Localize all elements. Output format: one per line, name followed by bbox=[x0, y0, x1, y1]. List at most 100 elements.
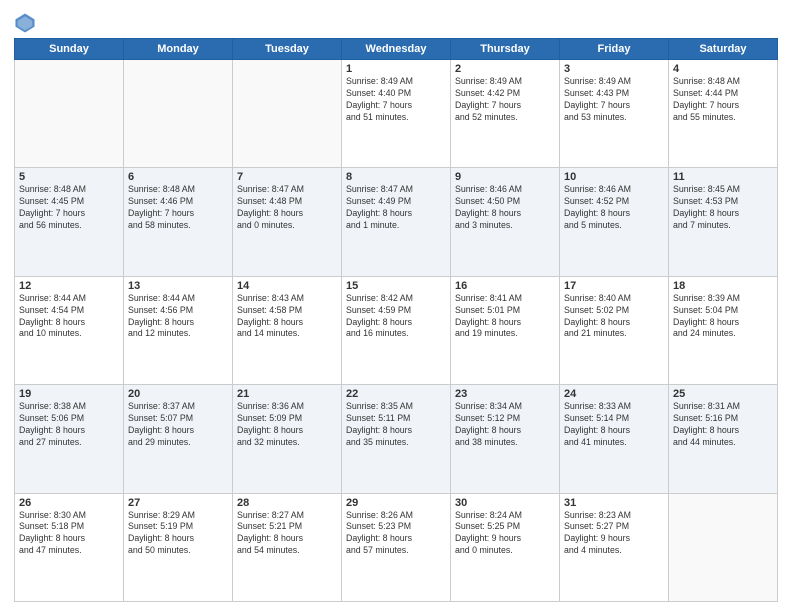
day-number: 25 bbox=[673, 388, 773, 400]
calendar-cell: 25Sunrise: 8:31 AM Sunset: 5:16 PM Dayli… bbox=[669, 385, 778, 493]
day-header-monday: Monday bbox=[124, 39, 233, 60]
calendar-table: SundayMondayTuesdayWednesdayThursdayFrid… bbox=[14, 38, 778, 602]
day-number: 30 bbox=[455, 497, 555, 509]
day-info: Sunrise: 8:48 AM Sunset: 4:45 PM Dayligh… bbox=[19, 184, 119, 232]
calendar-week-row: 5Sunrise: 8:48 AM Sunset: 4:45 PM Daylig… bbox=[15, 168, 778, 276]
day-number: 1 bbox=[346, 63, 446, 75]
day-info: Sunrise: 8:48 AM Sunset: 4:44 PM Dayligh… bbox=[673, 76, 773, 124]
day-number: 3 bbox=[564, 63, 664, 75]
day-info: Sunrise: 8:24 AM Sunset: 5:25 PM Dayligh… bbox=[455, 510, 555, 558]
calendar-cell: 4Sunrise: 8:48 AM Sunset: 4:44 PM Daylig… bbox=[669, 60, 778, 168]
calendar-cell: 19Sunrise: 8:38 AM Sunset: 5:06 PM Dayli… bbox=[15, 385, 124, 493]
calendar-week-row: 1Sunrise: 8:49 AM Sunset: 4:40 PM Daylig… bbox=[15, 60, 778, 168]
calendar-cell bbox=[669, 493, 778, 601]
day-number: 10 bbox=[564, 171, 664, 183]
calendar-cell: 13Sunrise: 8:44 AM Sunset: 4:56 PM Dayli… bbox=[124, 276, 233, 384]
calendar-cell: 29Sunrise: 8:26 AM Sunset: 5:23 PM Dayli… bbox=[342, 493, 451, 601]
day-number: 21 bbox=[237, 388, 337, 400]
page: SundayMondayTuesdayWednesdayThursdayFrid… bbox=[0, 0, 792, 612]
calendar-cell: 9Sunrise: 8:46 AM Sunset: 4:50 PM Daylig… bbox=[451, 168, 560, 276]
day-number: 16 bbox=[455, 280, 555, 292]
day-number: 22 bbox=[346, 388, 446, 400]
day-info: Sunrise: 8:44 AM Sunset: 4:54 PM Dayligh… bbox=[19, 293, 119, 341]
day-info: Sunrise: 8:31 AM Sunset: 5:16 PM Dayligh… bbox=[673, 401, 773, 449]
day-number: 20 bbox=[128, 388, 228, 400]
day-number: 5 bbox=[19, 171, 119, 183]
day-number: 19 bbox=[19, 388, 119, 400]
calendar-cell: 7Sunrise: 8:47 AM Sunset: 4:48 PM Daylig… bbox=[233, 168, 342, 276]
calendar-cell: 1Sunrise: 8:49 AM Sunset: 4:40 PM Daylig… bbox=[342, 60, 451, 168]
calendar-cell: 12Sunrise: 8:44 AM Sunset: 4:54 PM Dayli… bbox=[15, 276, 124, 384]
day-header-saturday: Saturday bbox=[669, 39, 778, 60]
day-info: Sunrise: 8:49 AM Sunset: 4:40 PM Dayligh… bbox=[346, 76, 446, 124]
logo bbox=[14, 12, 40, 34]
calendar-cell: 15Sunrise: 8:42 AM Sunset: 4:59 PM Dayli… bbox=[342, 276, 451, 384]
calendar-cell: 2Sunrise: 8:49 AM Sunset: 4:42 PM Daylig… bbox=[451, 60, 560, 168]
day-info: Sunrise: 8:35 AM Sunset: 5:11 PM Dayligh… bbox=[346, 401, 446, 449]
day-number: 24 bbox=[564, 388, 664, 400]
day-number: 9 bbox=[455, 171, 555, 183]
day-info: Sunrise: 8:49 AM Sunset: 4:42 PM Dayligh… bbox=[455, 76, 555, 124]
day-info: Sunrise: 8:47 AM Sunset: 4:48 PM Dayligh… bbox=[237, 184, 337, 232]
day-number: 27 bbox=[128, 497, 228, 509]
calendar-week-row: 12Sunrise: 8:44 AM Sunset: 4:54 PM Dayli… bbox=[15, 276, 778, 384]
calendar-cell: 26Sunrise: 8:30 AM Sunset: 5:18 PM Dayli… bbox=[15, 493, 124, 601]
day-number: 11 bbox=[673, 171, 773, 183]
day-header-sunday: Sunday bbox=[15, 39, 124, 60]
day-info: Sunrise: 8:44 AM Sunset: 4:56 PM Dayligh… bbox=[128, 293, 228, 341]
day-number: 15 bbox=[346, 280, 446, 292]
calendar-cell: 8Sunrise: 8:47 AM Sunset: 4:49 PM Daylig… bbox=[342, 168, 451, 276]
calendar-header-row: SundayMondayTuesdayWednesdayThursdayFrid… bbox=[15, 39, 778, 60]
calendar-cell: 3Sunrise: 8:49 AM Sunset: 4:43 PM Daylig… bbox=[560, 60, 669, 168]
logo-icon bbox=[14, 12, 36, 34]
day-info: Sunrise: 8:33 AM Sunset: 5:14 PM Dayligh… bbox=[564, 401, 664, 449]
calendar-cell: 17Sunrise: 8:40 AM Sunset: 5:02 PM Dayli… bbox=[560, 276, 669, 384]
calendar-cell: 14Sunrise: 8:43 AM Sunset: 4:58 PM Dayli… bbox=[233, 276, 342, 384]
calendar-cell: 18Sunrise: 8:39 AM Sunset: 5:04 PM Dayli… bbox=[669, 276, 778, 384]
day-number: 2 bbox=[455, 63, 555, 75]
day-number: 14 bbox=[237, 280, 337, 292]
day-number: 28 bbox=[237, 497, 337, 509]
day-header-tuesday: Tuesday bbox=[233, 39, 342, 60]
day-info: Sunrise: 8:36 AM Sunset: 5:09 PM Dayligh… bbox=[237, 401, 337, 449]
day-number: 12 bbox=[19, 280, 119, 292]
day-header-wednesday: Wednesday bbox=[342, 39, 451, 60]
day-info: Sunrise: 8:29 AM Sunset: 5:19 PM Dayligh… bbox=[128, 510, 228, 558]
day-number: 29 bbox=[346, 497, 446, 509]
header bbox=[14, 12, 778, 34]
day-number: 23 bbox=[455, 388, 555, 400]
calendar-cell: 30Sunrise: 8:24 AM Sunset: 5:25 PM Dayli… bbox=[451, 493, 560, 601]
day-info: Sunrise: 8:37 AM Sunset: 5:07 PM Dayligh… bbox=[128, 401, 228, 449]
day-info: Sunrise: 8:23 AM Sunset: 5:27 PM Dayligh… bbox=[564, 510, 664, 558]
calendar-week-row: 19Sunrise: 8:38 AM Sunset: 5:06 PM Dayli… bbox=[15, 385, 778, 493]
day-number: 8 bbox=[346, 171, 446, 183]
day-info: Sunrise: 8:30 AM Sunset: 5:18 PM Dayligh… bbox=[19, 510, 119, 558]
day-info: Sunrise: 8:40 AM Sunset: 5:02 PM Dayligh… bbox=[564, 293, 664, 341]
day-number: 18 bbox=[673, 280, 773, 292]
day-info: Sunrise: 8:27 AM Sunset: 5:21 PM Dayligh… bbox=[237, 510, 337, 558]
day-number: 7 bbox=[237, 171, 337, 183]
day-info: Sunrise: 8:49 AM Sunset: 4:43 PM Dayligh… bbox=[564, 76, 664, 124]
day-number: 31 bbox=[564, 497, 664, 509]
day-info: Sunrise: 8:38 AM Sunset: 5:06 PM Dayligh… bbox=[19, 401, 119, 449]
day-info: Sunrise: 8:41 AM Sunset: 5:01 PM Dayligh… bbox=[455, 293, 555, 341]
day-number: 17 bbox=[564, 280, 664, 292]
calendar-cell: 28Sunrise: 8:27 AM Sunset: 5:21 PM Dayli… bbox=[233, 493, 342, 601]
calendar-cell: 10Sunrise: 8:46 AM Sunset: 4:52 PM Dayli… bbox=[560, 168, 669, 276]
day-info: Sunrise: 8:48 AM Sunset: 4:46 PM Dayligh… bbox=[128, 184, 228, 232]
day-info: Sunrise: 8:42 AM Sunset: 4:59 PM Dayligh… bbox=[346, 293, 446, 341]
calendar-cell: 31Sunrise: 8:23 AM Sunset: 5:27 PM Dayli… bbox=[560, 493, 669, 601]
calendar-cell: 24Sunrise: 8:33 AM Sunset: 5:14 PM Dayli… bbox=[560, 385, 669, 493]
day-info: Sunrise: 8:47 AM Sunset: 4:49 PM Dayligh… bbox=[346, 184, 446, 232]
day-info: Sunrise: 8:46 AM Sunset: 4:52 PM Dayligh… bbox=[564, 184, 664, 232]
day-info: Sunrise: 8:45 AM Sunset: 4:53 PM Dayligh… bbox=[673, 184, 773, 232]
calendar-cell: 16Sunrise: 8:41 AM Sunset: 5:01 PM Dayli… bbox=[451, 276, 560, 384]
day-info: Sunrise: 8:34 AM Sunset: 5:12 PM Dayligh… bbox=[455, 401, 555, 449]
calendar-cell: 21Sunrise: 8:36 AM Sunset: 5:09 PM Dayli… bbox=[233, 385, 342, 493]
calendar-week-row: 26Sunrise: 8:30 AM Sunset: 5:18 PM Dayli… bbox=[15, 493, 778, 601]
calendar-cell: 20Sunrise: 8:37 AM Sunset: 5:07 PM Dayli… bbox=[124, 385, 233, 493]
day-number: 26 bbox=[19, 497, 119, 509]
day-header-friday: Friday bbox=[560, 39, 669, 60]
calendar-cell: 27Sunrise: 8:29 AM Sunset: 5:19 PM Dayli… bbox=[124, 493, 233, 601]
calendar-cell: 23Sunrise: 8:34 AM Sunset: 5:12 PM Dayli… bbox=[451, 385, 560, 493]
